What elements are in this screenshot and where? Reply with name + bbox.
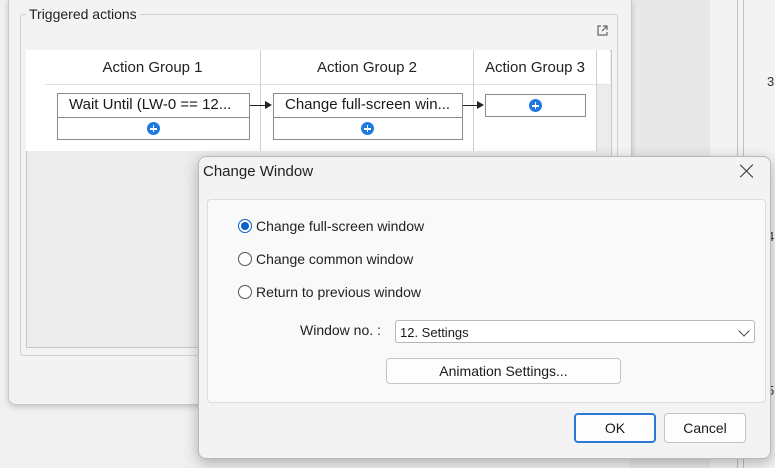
radio-label: Return to previous window <box>256 284 421 300</box>
radio-button-icon[interactable] <box>238 219 252 233</box>
radio-button-icon[interactable] <box>238 252 252 266</box>
chevron-down-icon <box>738 325 750 337</box>
add-action-slot-group-1[interactable] <box>57 117 250 140</box>
column-header-group-3: Action Group 3 <box>484 59 586 76</box>
action-change-window[interactable]: Change full-screen win... <box>273 93 463 118</box>
popout-icon[interactable] <box>596 24 609 37</box>
cancel-button[interactable]: Cancel <box>664 413 746 443</box>
column-header-group-1: Action Group 1 <box>102 59 203 76</box>
ruler-number: 3 <box>767 74 775 89</box>
animation-settings-button[interactable]: Animation Settings... <box>386 358 621 384</box>
flow-left-strip <box>26 50 46 151</box>
section-title: Triggered actions <box>26 6 140 22</box>
add-action-icon[interactable] <box>361 122 374 135</box>
radio-label: Change common window <box>256 251 414 267</box>
add-action-slot-group-3[interactable] <box>485 94 586 117</box>
window-no-value: 12. Settings <box>400 325 469 340</box>
close-icon[interactable] <box>739 163 755 179</box>
radio-label: Change full-screen window <box>256 218 425 234</box>
radio-button-icon[interactable] <box>238 285 252 299</box>
column-divider <box>596 50 597 151</box>
add-action-icon[interactable] <box>529 99 542 112</box>
change-window-dialog: Change Window Change full-screen window … <box>198 156 771 459</box>
flow-arrow-icon <box>477 101 484 109</box>
flow-arrow-icon <box>265 101 272 109</box>
radio-return-to-previous-window[interactable]: Return to previous window <box>238 282 421 302</box>
add-action-icon[interactable] <box>147 122 160 135</box>
flow-arrow-line <box>463 105 478 106</box>
flow-arrow-line <box>250 105 266 106</box>
add-action-slot-group-2[interactable] <box>273 117 463 140</box>
column-header-group-2: Action Group 2 <box>316 59 418 76</box>
header-divider <box>45 84 610 85</box>
action-wait-until[interactable]: Wait Until (LW-0 == 12... <box>57 93 250 118</box>
dialog-options-panel: Change full-screen window Change common … <box>207 199 766 403</box>
radio-change-full-screen-window[interactable]: Change full-screen window <box>238 216 424 236</box>
dialog-title: Change Window <box>203 163 314 180</box>
window-no-select[interactable]: 12. Settings <box>395 320 755 343</box>
ok-button[interactable]: OK <box>574 413 656 443</box>
window-no-label: Window no. : <box>300 322 381 338</box>
radio-change-common-window[interactable]: Change common window <box>238 249 413 269</box>
